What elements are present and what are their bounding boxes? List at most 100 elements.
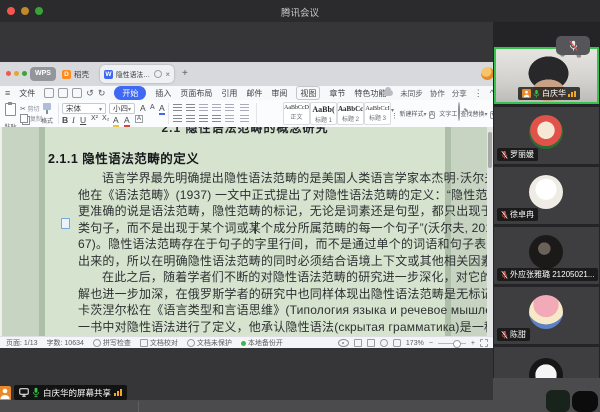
decrease-indent-icon[interactable] [199, 104, 208, 112]
dock-icon[interactable] [572, 391, 598, 412]
protection-status[interactable]: 文档未保护 [186, 338, 232, 348]
hamburger-icon[interactable] [5, 89, 10, 98]
numbered-list-icon[interactable] [186, 104, 195, 112]
increase-font-icon[interactable]: A [140, 103, 146, 113]
highlight-color-icon[interactable]: A [113, 115, 119, 127]
fullscreen-icon[interactable] [480, 339, 488, 347]
page-view-icon[interactable] [353, 339, 362, 347]
shading-icon[interactable] [240, 104, 249, 112]
style-heading3[interactable]: AaBbCcI 标题 3 [364, 102, 391, 125]
decrease-font-icon[interactable]: A [150, 104, 155, 111]
underline-icon[interactable]: U [80, 115, 86, 125]
menu-page-layout[interactable]: 页面布局 [180, 88, 212, 99]
participant-name-label: 罗丽媛 [497, 148, 538, 161]
bold-icon[interactable]: B [62, 115, 68, 125]
wps-menubar: 文件 开始 插入 页面布局 引用 邮件 审阅 视图 章节 特色功能 未同步 协作… [0, 86, 493, 100]
participant-tile[interactable]: 陈甜 [494, 287, 599, 344]
menu-home[interactable]: 开始 [114, 86, 147, 100]
wps-minimize-button[interactable] [14, 71, 19, 76]
spell-check-button[interactable]: 拼写检查 [92, 338, 131, 348]
participant-tile[interactable]: 罗丽媛 [494, 107, 599, 164]
styles-gallery-more-icon[interactable] [391, 113, 398, 120]
style-normal[interactable]: AaBbCcDd 正文 [283, 102, 310, 125]
window-edge [0, 127, 2, 336]
wps-zoom-button[interactable] [22, 71, 27, 76]
subscript-icon[interactable]: X₂ [102, 115, 109, 122]
zoom-out-icon[interactable]: − [429, 340, 433, 347]
scrollbar-thumb[interactable] [488, 132, 492, 168]
outline-view-icon[interactable] [366, 339, 375, 347]
superscript-icon[interactable]: X² [91, 115, 98, 122]
document-body: 语言学界最先明确提出隐性语法范畴的是美国人类语言学家本杰明·沃尔夫， 他在《语法… [78, 170, 487, 336]
save-icon[interactable] [44, 88, 55, 98]
document-canvas[interactable]: 2.1 隐性语法范畴的概念研究 2.1.1 隐性语法范畴的定义 语言学界最先明确… [0, 127, 487, 336]
menu-insert[interactable]: 插入 [155, 88, 171, 99]
zoom-level[interactable]: 173% [406, 340, 424, 347]
tab-docer[interactable]: D 稻壳 [62, 67, 96, 81]
mac-titlebar: 腾讯会议 [0, 0, 600, 22]
font-name-select[interactable]: 宋体 [62, 103, 106, 114]
line-spacing-icon[interactable] [225, 115, 234, 123]
eye-protection-icon[interactable] [337, 339, 349, 347]
menu-special-features[interactable]: 特色功能 [354, 88, 386, 99]
new-style-button[interactable]: 新建样式 [398, 103, 428, 121]
share-button[interactable]: 分享 [452, 88, 467, 99]
style-heading2[interactable]: AaBbCc 标题 2 [337, 102, 364, 125]
justify-icon[interactable] [212, 115, 221, 123]
subsection-heading: 2.1.1 隐性语法范畴的定义 [48, 152, 200, 166]
mute-toggle-button[interactable] [556, 36, 590, 55]
menu-references[interactable]: 引用 [221, 88, 237, 99]
align-left-icon[interactable] [173, 115, 182, 123]
style-heading1[interactable]: AaBb( 标题 1 [310, 102, 337, 125]
tab-wps-home[interactable]: WPS [30, 67, 56, 81]
paragraph-settings-icon[interactable] [225, 104, 234, 112]
collaborate-button[interactable]: 协作 [430, 88, 445, 99]
fit-page-icon[interactable] [392, 339, 401, 347]
participant-tile-video[interactable]: 白庆华 [494, 47, 599, 104]
more-options-icon[interactable] [474, 89, 483, 98]
undo-icon[interactable] [86, 89, 94, 98]
section-heading-clipped: 2.1 隐性语法范畴的概念研究 [161, 127, 329, 134]
proofread-button[interactable]: 文档校对 [139, 338, 178, 348]
wps-close-button[interactable] [6, 71, 11, 76]
menu-section[interactable]: 章节 [329, 88, 345, 99]
align-center-icon[interactable] [186, 115, 195, 123]
bullet-list-icon[interactable] [173, 104, 182, 112]
dock-icon[interactable] [546, 390, 570, 412]
mic-muted-icon [501, 210, 508, 219]
cut-button[interactable]: 剪切 [20, 104, 40, 113]
sync-status[interactable]: 未同步 [400, 88, 423, 99]
find-replace-button[interactable]: 查找替换 [458, 102, 488, 121]
menu-mailings[interactable]: 邮件 [246, 88, 262, 99]
tab-close-icon[interactable]: × [165, 70, 170, 79]
print-icon[interactable] [58, 88, 69, 98]
zoom-in-icon[interactable]: + [471, 340, 475, 347]
menu-file[interactable]: 文件 [19, 88, 35, 99]
menu-view[interactable]: 视图 [296, 86, 321, 100]
text-effects-icon[interactable]: A [159, 103, 165, 115]
font-size-select[interactable]: 小四 [109, 103, 135, 114]
local-backup-status[interactable]: 本地备份开 [240, 338, 283, 348]
participant-tile[interactable]: 徐卓冉 [494, 167, 599, 224]
web-view-icon[interactable] [379, 339, 388, 347]
tab-document[interactable]: W 隐性语法范畴的定义和功能 × [100, 65, 174, 83]
account-avatar[interactable] [481, 67, 493, 80]
preview-icon[interactable] [72, 88, 83, 98]
align-right-icon[interactable] [199, 115, 208, 123]
zoom-slider-knob[interactable] [452, 340, 461, 348]
word-count[interactable]: 字数: 10634 [47, 338, 84, 348]
participant-tile[interactable]: 外应张雅璐 21205021... [494, 227, 599, 284]
redo-icon[interactable] [98, 89, 106, 98]
statusbar-right: 173% − + [337, 339, 488, 348]
menu-review[interactable]: 审阅 [271, 88, 287, 99]
screen-share-banner[interactable]: 白庆华的屏幕共享 [14, 385, 128, 400]
participant-tile[interactable] [494, 347, 599, 378]
zoom-slider[interactable] [437, 340, 466, 348]
character-border-icon[interactable]: A [135, 115, 144, 123]
increase-indent-icon[interactable] [212, 104, 221, 112]
italic-icon[interactable]: I [72, 115, 75, 125]
new-tab-button[interactable]: + [182, 68, 188, 79]
comment-icon[interactable] [61, 218, 70, 229]
sort-icon[interactable] [240, 115, 249, 123]
font-color-icon[interactable]: A [124, 115, 130, 127]
